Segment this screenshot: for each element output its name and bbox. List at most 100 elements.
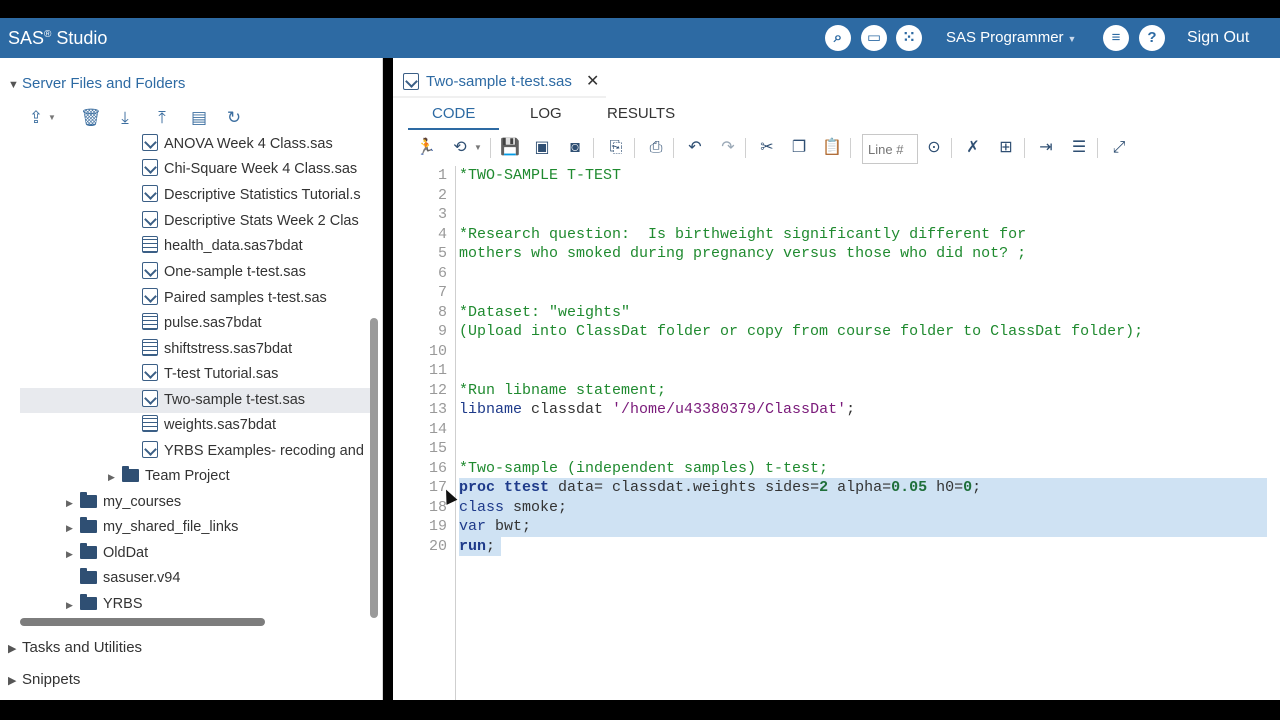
tree-item[interactable]: Chi-Square Week 4 Class.sas [142,157,372,182]
apps-grid-icon[interactable]: ⁙ [896,25,922,51]
expand-right-icon[interactable]: ▶ [66,491,80,515]
download-icon[interactable]: ⤓ [115,108,135,128]
code-line: *Dataset: "weights" [459,303,631,321]
code-line-selected: proc ttest data= classdat.weights sides=… [459,478,1267,498]
sas-program-icon [142,134,158,151]
export-icon[interactable]: ⎘ [605,137,627,159]
tasks-utilities-header[interactable]: ▶ Tasks and Utilities [8,639,142,656]
tree-item[interactable]: health_data.sas7bdat [142,234,372,259]
folder-icon [122,466,139,482]
dataset-icon [142,236,158,253]
print-icon[interactable]: ⎙ [645,137,667,159]
tree-folder[interactable]: ▶ YRBS [66,592,372,617]
tree-folder[interactable]: ▶ Team Project [108,464,372,489]
sign-out-link[interactable]: Sign Out [1187,29,1249,47]
tab-results[interactable]: RESULTS [607,105,675,122]
search-icon[interactable]: ⌕ [825,25,851,51]
run-icon[interactable]: 🏃 [415,137,437,159]
open-folder-icon[interactable]: ▭ [861,25,887,51]
app-brand: SAS® Studio [8,28,108,48]
line-number: 5 [437,245,447,262]
folder-icon [80,594,97,610]
file-tab-label: Two-sample t-test.sas [426,73,572,90]
chevron-down-icon[interactable]: ▼ [42,108,62,128]
find-icon[interactable]: ⊞ [995,137,1017,159]
tree-item[interactable]: Descriptive Stats Week 2 Clas [142,209,372,234]
properties-icon[interactable]: ▤ [189,108,209,128]
tree-vertical-scrollbar[interactable] [370,318,378,618]
code-toolbar: 🏃 ⟲ ▼ 💾 ▣ ◙ ⎘ ⎙ ↶ ↷ ✂ ❐ 📋 ⊙ ✗ ⊞ ⇥ [413,134,1273,164]
line-number-gutter: 1 2 3 4 5 6 7 8 9 10 11 12 13 14 15 16 1… [403,166,456,700]
line-number: 9 [437,323,447,340]
tab-code[interactable]: CODE [432,105,475,122]
file-tab[interactable]: Two-sample t-test.sas ✕ [393,66,606,98]
expand-right-icon[interactable]: ▶ [66,593,80,617]
copy-icon[interactable]: ❐ [788,137,810,159]
tree-item[interactable]: pulse.sas7bdat [142,311,372,336]
help-icon[interactable]: ? [1139,25,1165,51]
code-line-selected: class smoke; [459,497,1267,517]
code-line-selected: run; [459,536,501,556]
perspective-menu[interactable]: SAS Programmer ▼ [946,29,1076,46]
tree-item-selected[interactable]: Two-sample t-test.sas [20,388,370,413]
redo-icon[interactable]: ↷ [717,137,739,159]
tree-horizontal-scrollbar[interactable] [20,618,265,626]
upload-icon[interactable]: ⤒ [152,108,172,128]
sas-program-icon [142,364,158,381]
delete-icon[interactable]: 🗑 [80,108,102,128]
expand-down-icon: ▼ [8,79,19,91]
chevron-down-icon[interactable]: ▼ [467,137,489,159]
tree-folder[interactable]: ▶ OldDat [66,541,372,566]
tree-item[interactable]: Descriptive Statistics Tutorial.s [142,183,372,208]
code-line: *TWO-SAMPLE T-TEST [459,167,622,184]
tab-log[interactable]: LOG [530,105,562,122]
dataset-icon [142,415,158,432]
format-code-icon[interactable]: ☰ [1068,137,1090,159]
save-copy-icon[interactable]: ◙ [564,137,586,159]
sas-program-icon [403,73,419,90]
tree-item[interactable]: ANOVA Week 4 Class.sas [142,132,372,157]
tree-folder[interactable]: sasuser.v94 [80,566,372,591]
tree-item[interactable]: One-sample t-test.sas [142,260,372,285]
sas-program-icon [142,288,158,305]
tree-item[interactable]: T-test Tutorial.sas [142,362,372,387]
tree-item[interactable]: Paired samples t-test.sas [142,286,372,311]
go-to-line-icon[interactable]: ⊙ [923,137,945,159]
folder-icon [80,568,97,584]
navigation-pane: ▼ Server Files and Folders ⇪ ▼ 🗑 ⤓ ⤒ ▤ ↻ … [0,58,383,700]
menu-list-icon[interactable]: ≡ [1103,25,1129,51]
tree-folder[interactable]: ▶ my_shared_file_links [66,515,372,540]
close-icon[interactable]: ✕ [586,71,599,91]
refresh-icon[interactable]: ↻ [224,108,244,128]
tree-folder[interactable]: ▶ my_courses [66,490,372,515]
toolbar-divider [490,138,491,158]
server-files-header[interactable]: ▼ Server Files and Folders [8,75,185,92]
cut-icon[interactable]: ✂ [756,137,778,159]
code-editor[interactable]: 1 2 3 4 5 6 7 8 9 10 11 12 13 14 15 16 1… [403,166,1280,700]
maximize-icon[interactable]: ⤢ [1108,137,1130,159]
line-number: 12 [428,381,447,399]
line-number: 15 [428,440,447,457]
save-icon[interactable]: 💾 [499,137,521,159]
snippets-header[interactable]: ▶ Snippets [8,671,80,688]
line-number: 16 [428,459,447,477]
code-line: *Research question: Is birthweight signi… [459,225,1027,243]
editor-pane: Two-sample t-test.sas ✕ CODE LOG RESULTS… [393,58,1280,700]
line-number: 13 [428,401,447,418]
clear-icon[interactable]: ✗ [962,137,984,159]
paste-icon[interactable]: 📋 [821,137,843,159]
indent-icon[interactable]: ⇥ [1035,137,1057,159]
line-number: 7 [437,284,447,301]
code-line: *Run libname statement; [459,381,667,399]
undo-icon[interactable]: ↶ [684,137,706,159]
tree-item[interactable]: shiftstress.sas7bdat [142,337,372,362]
line-number-input[interactable] [862,134,918,164]
tree-item[interactable]: weights.sas7bdat [142,413,372,438]
toolbar-divider [850,138,851,158]
expand-right-icon[interactable]: ▶ [66,542,80,566]
save-as-icon[interactable]: ▣ [531,137,553,159]
line-number: 2 [437,186,447,204]
expand-right-icon[interactable]: ▶ [66,516,80,540]
tree-item[interactable]: YRBS Examples- recoding and [142,439,370,464]
expand-right-icon[interactable]: ▶ [108,465,122,489]
